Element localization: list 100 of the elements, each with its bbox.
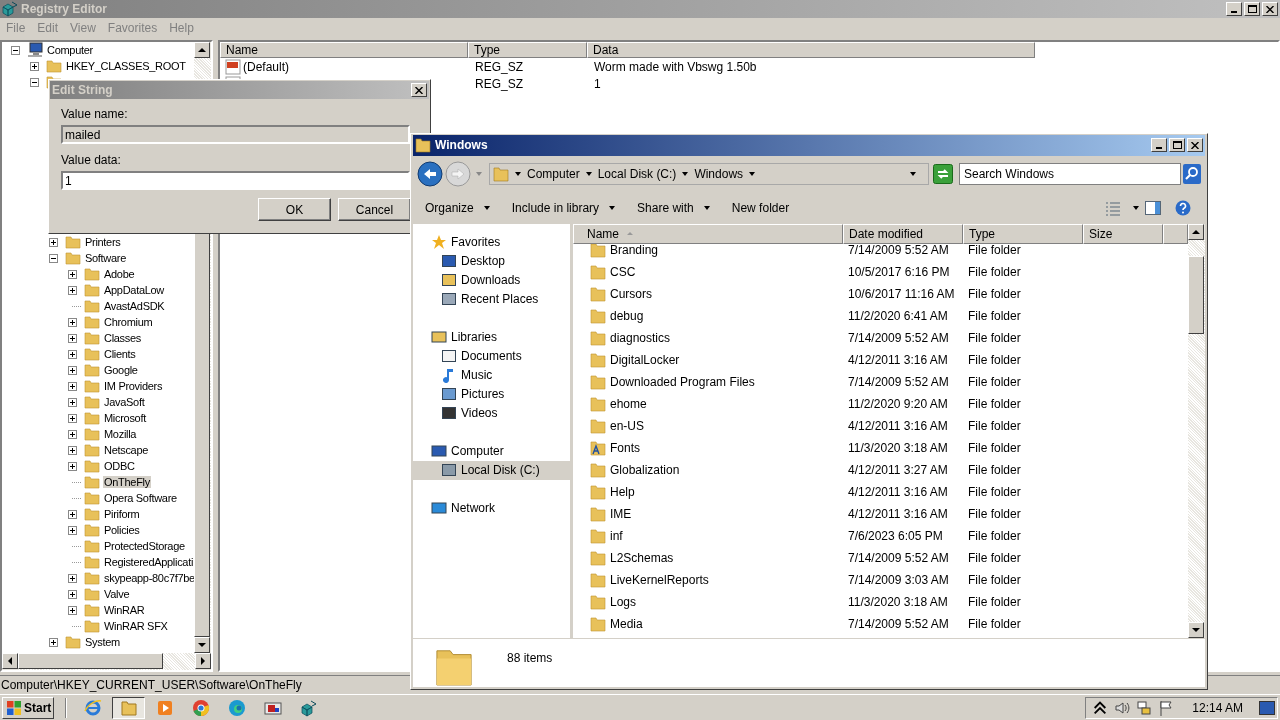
tree-item[interactable]: Software bbox=[84, 252, 127, 264]
minimize-button[interactable] bbox=[1151, 138, 1167, 153]
caret-icon[interactable] bbox=[515, 171, 521, 176]
nav-item[interactable]: Local Disk (C:) bbox=[413, 460, 570, 480]
file-name[interactable]: Cursors bbox=[610, 286, 652, 301]
tree-item[interactable]: Microsoft bbox=[103, 412, 147, 424]
tree-item[interactable]: AppDataLow bbox=[103, 284, 165, 296]
caret-icon[interactable] bbox=[585, 171, 592, 176]
file-name[interactable]: Downloaded Program Files bbox=[610, 374, 755, 389]
minimize-button[interactable] bbox=[1226, 2, 1242, 16]
toolbar-button[interactable]: Share with bbox=[631, 198, 718, 217]
breadcrumb-item[interactable]: Local Disk (C:) bbox=[597, 166, 677, 181]
network-icon[interactable] bbox=[1136, 699, 1153, 716]
file-name[interactable]: ehome bbox=[610, 396, 647, 411]
search-icon[interactable] bbox=[1183, 163, 1201, 184]
close-button[interactable] bbox=[1187, 138, 1203, 153]
file-name[interactable]: Help bbox=[610, 484, 635, 499]
scroll-down-icon[interactable] bbox=[1188, 622, 1204, 638]
show-desktop-button[interactable] bbox=[1259, 700, 1275, 715]
file-name[interactable]: IME bbox=[610, 506, 632, 521]
column-header[interactable]: Data bbox=[587, 42, 1035, 58]
scroll-up-icon[interactable] bbox=[1188, 223, 1204, 240]
tree-item[interactable]: JavaSoft bbox=[103, 396, 146, 408]
speaker-icon[interactable] bbox=[1114, 699, 1131, 716]
file-name[interactable]: diagnostics bbox=[610, 330, 671, 345]
toolbar-button[interactable]: Organize bbox=[419, 198, 498, 217]
scroll-up-icon[interactable] bbox=[194, 42, 210, 58]
file-name[interactable]: Branding bbox=[610, 243, 659, 257]
tree-item[interactable]: WinRAR SFX bbox=[103, 620, 169, 632]
file-name[interactable]: DigitalLocker bbox=[610, 352, 680, 367]
tree-item[interactable]: Netscape bbox=[103, 444, 150, 456]
nav-item[interactable]: Documents bbox=[413, 346, 570, 366]
nav-item[interactable]: Desktop bbox=[413, 251, 570, 271]
column-header[interactable]: Size bbox=[1083, 223, 1163, 244]
tree-item[interactable]: System bbox=[84, 636, 121, 648]
caret-icon[interactable] bbox=[749, 171, 756, 176]
tree-item[interactable]: Classes bbox=[103, 332, 143, 344]
scroll-down-icon[interactable] bbox=[194, 637, 210, 653]
column-header[interactable]: Name bbox=[220, 42, 468, 58]
chevron-up-icon[interactable] bbox=[1092, 699, 1109, 716]
tree-item[interactable]: AvastAdSDK bbox=[103, 300, 166, 312]
nav-item[interactable]: Recent Places bbox=[413, 289, 570, 309]
column-header[interactable]: Type bbox=[468, 42, 587, 58]
address-bar[interactable]: Computer Local Disk (C:) Windows bbox=[489, 162, 929, 185]
tree-item[interactable]: Clients bbox=[103, 348, 137, 360]
nav-item[interactable]: Favorites bbox=[413, 232, 570, 252]
tree-item[interactable]: Printers bbox=[84, 236, 122, 248]
nav-item[interactable]: Libraries bbox=[413, 327, 570, 347]
column-header[interactable]: Name bbox=[573, 223, 843, 244]
tree-item[interactable]: HKEY_CLASSES_ROOT bbox=[65, 60, 187, 72]
nav-item[interactable]: Network bbox=[413, 498, 570, 518]
back-button[interactable] bbox=[417, 160, 443, 187]
scroll-thumb[interactable] bbox=[1188, 255, 1204, 334]
maximize-button[interactable] bbox=[1169, 138, 1185, 153]
nav-item[interactable]: Downloads bbox=[413, 270, 570, 290]
clock[interactable]: 12:14 AM bbox=[1192, 700, 1243, 715]
tree-item[interactable]: Opera Software bbox=[103, 492, 178, 504]
search-field[interactable]: Search Windows bbox=[959, 162, 1181, 185]
column-header[interactable]: Type bbox=[963, 223, 1083, 244]
close-button[interactable] bbox=[1262, 2, 1278, 16]
close-button[interactable] bbox=[411, 83, 427, 97]
tree-item[interactable]: ProtectedStorage bbox=[103, 540, 186, 552]
tree-item[interactable]: Google bbox=[103, 364, 139, 376]
caret-icon[interactable] bbox=[682, 171, 689, 176]
preview-pane-icon[interactable] bbox=[1145, 199, 1161, 216]
start-button[interactable]: Start bbox=[2, 696, 54, 719]
scroll-left-icon[interactable] bbox=[2, 653, 18, 669]
flag-icon[interactable] bbox=[1158, 699, 1175, 716]
value-name-field[interactable]: mailed bbox=[61, 125, 410, 144]
toolbar-button[interactable]: Include in library bbox=[505, 198, 624, 217]
file-name[interactable]: CSC bbox=[610, 264, 636, 279]
maximize-button[interactable] bbox=[1244, 2, 1260, 16]
file-name[interactable]: LiveKernelReports bbox=[610, 572, 709, 587]
breadcrumb-item[interactable]: Windows bbox=[694, 166, 744, 181]
scroll-thumb[interactable] bbox=[18, 653, 163, 669]
refresh-icon[interactable] bbox=[933, 163, 953, 184]
tree-item[interactable]: Adobe bbox=[103, 268, 136, 280]
help-icon[interactable] bbox=[1175, 199, 1191, 216]
file-name[interactable]: en-US bbox=[610, 418, 644, 433]
file-name[interactable]: Globalization bbox=[610, 462, 680, 477]
scrollbar[interactable] bbox=[1188, 223, 1205, 638]
file-name[interactable]: L2Schemas bbox=[610, 550, 674, 565]
tree-item[interactable]: Computer bbox=[46, 44, 94, 56]
file-name[interactable]: debug bbox=[610, 308, 644, 323]
tree-item[interactable]: WinRAR bbox=[103, 604, 146, 616]
tree-item[interactable]: Piriform bbox=[103, 508, 141, 520]
nav-item[interactable]: Computer bbox=[413, 441, 570, 461]
horizontal-scrollbar[interactable] bbox=[2, 653, 211, 670]
column-header[interactable]: Date modified bbox=[843, 223, 963, 244]
tree-item[interactable]: IM Providers bbox=[103, 380, 164, 392]
explorer-taskbar-icon[interactable] bbox=[112, 696, 145, 719]
nav-item[interactable]: Music bbox=[413, 365, 570, 385]
cancel-button[interactable]: Cancel bbox=[338, 198, 411, 221]
caret-icon[interactable] bbox=[910, 171, 916, 176]
tree-item[interactable]: ODBC bbox=[103, 460, 136, 472]
file-name[interactable]: Logs bbox=[610, 594, 637, 609]
tree-item[interactable]: skypeapp-80c7f7be bbox=[103, 572, 194, 584]
tree-item[interactable]: OnTheFly bbox=[103, 476, 151, 488]
tree-item[interactable]: RegisteredApplicati bbox=[103, 556, 194, 568]
file-name[interactable]: Media bbox=[610, 616, 643, 631]
